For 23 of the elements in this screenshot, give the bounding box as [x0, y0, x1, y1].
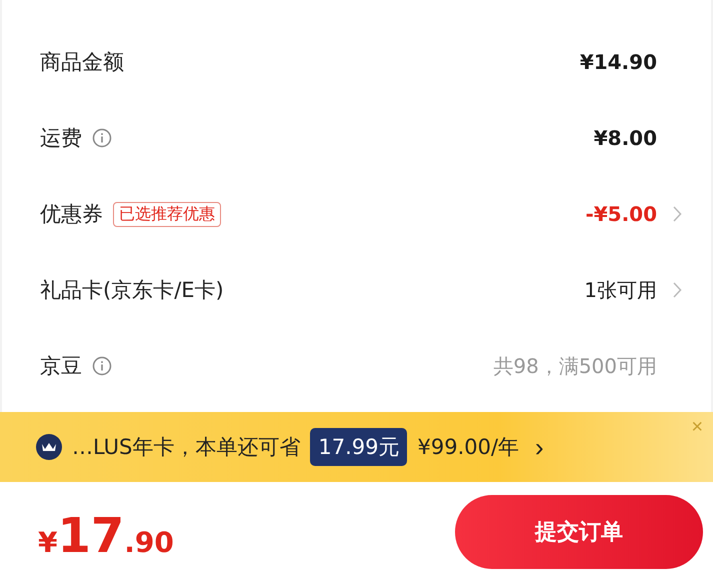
crown-badge-icon: [36, 434, 62, 460]
row-value: ¥14.90: [580, 50, 657, 74]
chevron-button[interactable]: ›: [535, 432, 544, 462]
row-value[interactable]: -¥5.00: [585, 202, 657, 226]
row-value: ¥8.00: [594, 126, 657, 150]
info-icon[interactable]: [92, 356, 112, 376]
submit-order-button[interactable]: 提交订单: [455, 494, 703, 568]
row-label: 京豆: [40, 353, 82, 380]
row-label: 优惠券: [40, 201, 103, 228]
info-icon[interactable]: [92, 128, 112, 148]
chevron-right-icon[interactable]: [672, 206, 682, 222]
chevron-right-icon[interactable]: [672, 282, 682, 298]
total-price: ¥17.90: [38, 508, 174, 564]
membership-price: ¥99.00/年: [417, 434, 520, 461]
tag: 已选推荐优惠: [113, 202, 221, 226]
row-value[interactable]: 1张可用: [584, 276, 657, 304]
row-label: 运费: [40, 125, 82, 152]
row-value: 共98，满500可用: [493, 352, 657, 380]
row-label: 商品金额: [40, 49, 124, 76]
promo-text: …LUS年卡，本单还可省: [72, 434, 300, 461]
row-label: 礼品卡(京东卡/E卡): [40, 277, 224, 304]
savings-amount: 17.99元: [310, 428, 408, 466]
promo-banner[interactable]: …LUS年卡，本单还可省 17.99元 ¥99.00/年 › ×: [0, 412, 713, 482]
